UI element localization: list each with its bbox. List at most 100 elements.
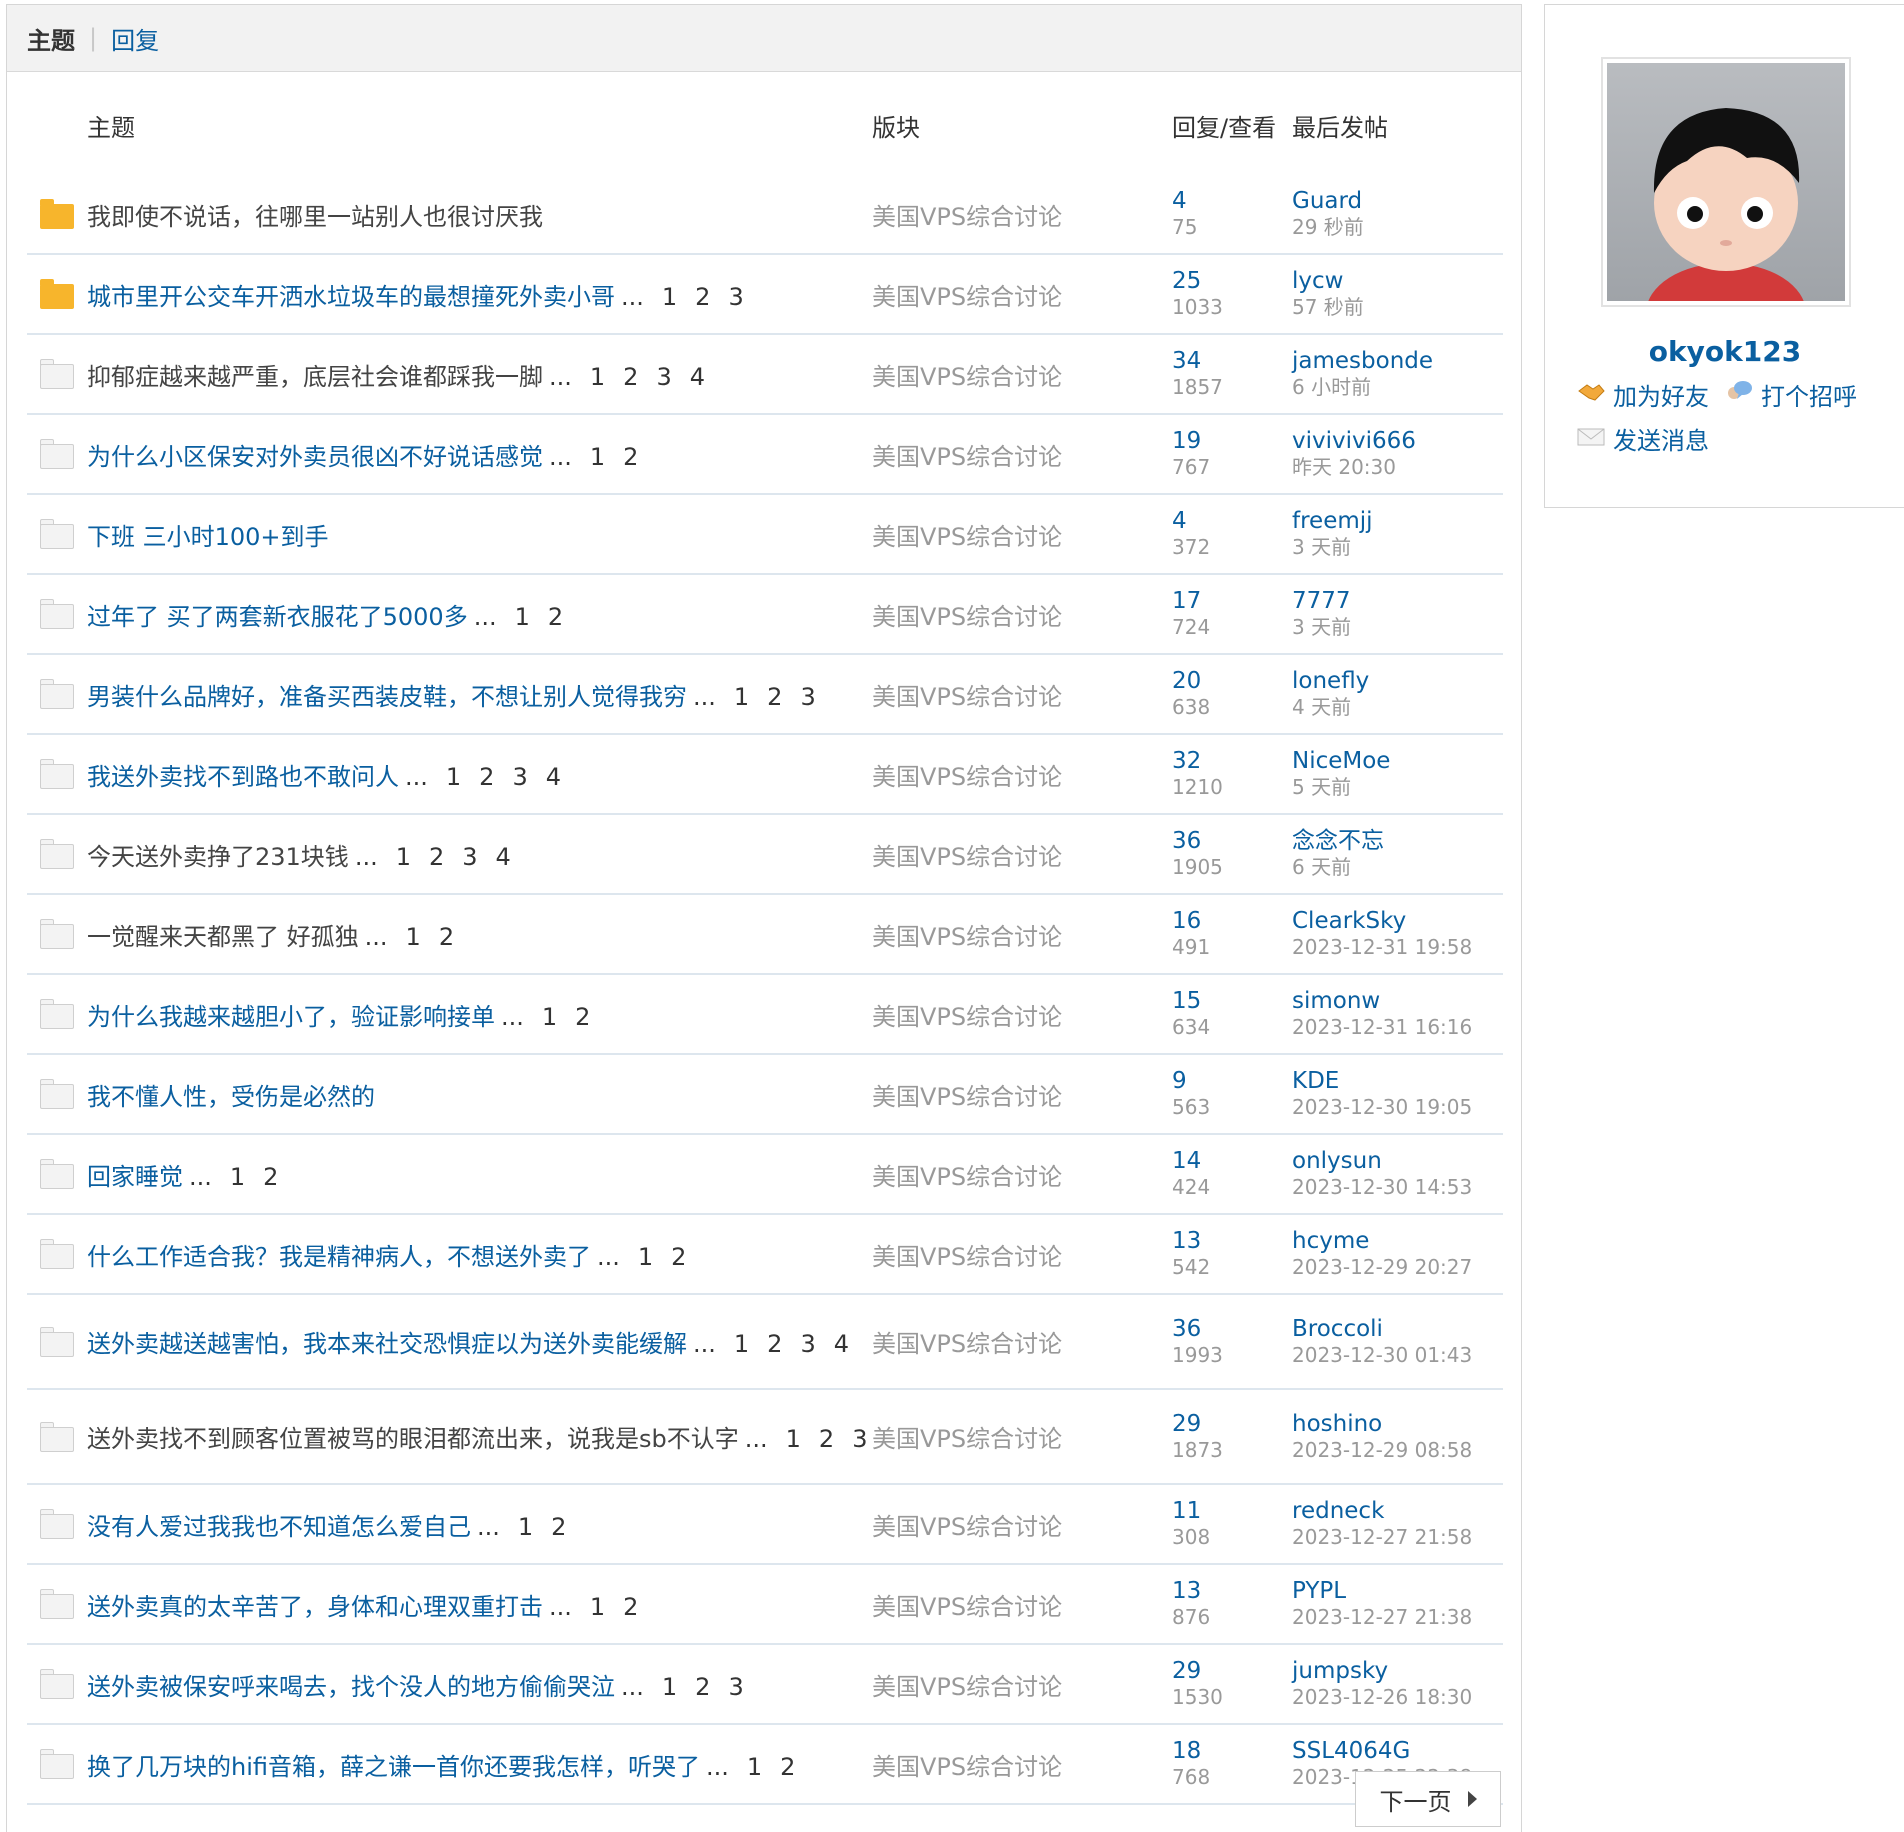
thread-title-link[interactable]: 什么工作适合我？我是精神病人，不想送外卖了 — [87, 1243, 591, 1271]
last-post-user[interactable]: KDE — [1292, 1068, 1503, 1094]
last-post-time[interactable]: 5 天前 — [1292, 774, 1503, 800]
page-link[interactable]: 2 — [767, 683, 782, 711]
page-link[interactable]: 1 — [734, 683, 749, 711]
last-post-time[interactable]: 6 天前 — [1292, 854, 1503, 880]
send-message-link[interactable]: 发送消息 — [1577, 421, 1709, 456]
thread-forum-link[interactable]: 美国VPS综合讨论 — [872, 1324, 1172, 1359]
page-link[interactable]: 1 — [638, 1243, 653, 1271]
thread-title-link[interactable]: 为什么我越来越胆小了，验证影响接单 — [87, 1003, 495, 1031]
page-link[interactable]: 2 — [479, 763, 494, 791]
last-post-user[interactable]: Guard — [1292, 188, 1503, 214]
last-post-user[interactable]: jumpsky — [1292, 1658, 1503, 1684]
page-link[interactable]: 1 — [590, 363, 605, 391]
page-link[interactable]: 4 — [690, 363, 705, 391]
page-link[interactable]: 1 — [542, 1003, 557, 1031]
last-post-time[interactable]: 3 天前 — [1292, 534, 1503, 560]
last-post-time[interactable]: 2023-12-30 01:43 — [1292, 1342, 1503, 1368]
page-link[interactable]: 1 — [747, 1753, 762, 1781]
reply-count[interactable]: 36 — [1172, 828, 1292, 854]
thread-forum-link[interactable]: 美国VPS综合讨论 — [872, 437, 1172, 472]
page-link[interactable]: 3 — [512, 763, 527, 791]
thread-forum-link[interactable]: 美国VPS综合讨论 — [872, 517, 1172, 552]
thread-title-link[interactable]: 城市里开公交车开洒水垃圾车的最想撞死外卖小哥 — [87, 283, 615, 311]
thread-forum-link[interactable]: 美国VPS综合讨论 — [872, 917, 1172, 952]
reply-count[interactable]: 13 — [1172, 1578, 1292, 1604]
page-link[interactable]: 1 — [734, 1330, 749, 1358]
thread-forum-link[interactable]: 美国VPS综合讨论 — [872, 677, 1172, 712]
page-link[interactable]: 2 — [623, 1593, 638, 1621]
page-link[interactable]: 1 — [515, 603, 530, 631]
thread-forum-link[interactable]: 美国VPS综合讨论 — [872, 197, 1172, 232]
page-link[interactable]: 4 — [496, 843, 511, 871]
reply-count[interactable]: 9 — [1172, 1068, 1292, 1094]
thread-forum-link[interactable]: 美国VPS综合讨论 — [872, 277, 1172, 312]
last-post-user[interactable]: 7777 — [1292, 588, 1503, 614]
thread-title-link[interactable]: 换了几万块的hifi音箱，薛之谦一首你还要我怎样，听哭了 — [87, 1753, 700, 1781]
page-link[interactable]: 1 — [230, 1163, 245, 1191]
thread-title-link[interactable]: 回家睡觉 — [87, 1163, 183, 1191]
page-link[interactable]: 3 — [656, 363, 671, 391]
profile-username[interactable]: okyok123 — [1545, 335, 1904, 368]
reply-count[interactable]: 13 — [1172, 1228, 1292, 1254]
reply-count[interactable]: 20 — [1172, 668, 1292, 694]
page-link[interactable]: 4 — [546, 763, 561, 791]
last-post-user[interactable]: PYPL — [1292, 1578, 1503, 1604]
page-link[interactable]: 2 — [439, 923, 454, 951]
reply-count[interactable]: 4 — [1172, 188, 1292, 214]
page-link[interactable]: 2 — [548, 603, 563, 631]
thread-title-link[interactable]: 送外卖越送越害怕，我本来社交恐惧症以为送外卖能缓解 — [87, 1330, 687, 1358]
thread-forum-link[interactable]: 美国VPS综合讨论 — [872, 1667, 1172, 1702]
last-post-time[interactable]: 6 小时前 — [1292, 374, 1503, 400]
last-post-user[interactable]: hcyme — [1292, 1228, 1503, 1254]
last-post-user[interactable]: freemjj — [1292, 508, 1503, 534]
add-friend-link[interactable]: 加为好友 — [1577, 377, 1709, 412]
tab-replies[interactable]: 回复 — [111, 21, 159, 56]
thread-title-link[interactable]: 下班 三小时100+到手 — [87, 523, 329, 551]
reply-count[interactable]: 11 — [1172, 1498, 1292, 1524]
page-link[interactable]: 2 — [429, 843, 444, 871]
last-post-user[interactable]: jamesbonde — [1292, 348, 1503, 374]
page-link[interactable]: 1 — [662, 1673, 677, 1701]
last-post-time[interactable]: 2023-12-31 16:16 — [1292, 1014, 1503, 1040]
page-link[interactable]: 2 — [551, 1513, 566, 1541]
last-post-time[interactable]: 4 天前 — [1292, 694, 1503, 720]
thread-forum-link[interactable]: 美国VPS综合讨论 — [872, 1237, 1172, 1272]
page-link[interactable]: 3 — [852, 1425, 867, 1453]
reply-count[interactable]: 34 — [1172, 348, 1292, 374]
thread-title-link[interactable]: 送外卖真的太辛苦了，身体和心理双重打击 — [87, 1593, 543, 1621]
reply-count[interactable]: 17 — [1172, 588, 1292, 614]
thread-forum-link[interactable]: 美国VPS综合讨论 — [872, 757, 1172, 792]
thread-forum-link[interactable]: 美国VPS综合讨论 — [872, 1419, 1172, 1454]
last-post-user[interactable]: hoshino — [1292, 1411, 1503, 1437]
thread-forum-link[interactable]: 美国VPS综合讨论 — [872, 1157, 1172, 1192]
thread-forum-link[interactable]: 美国VPS综合讨论 — [872, 997, 1172, 1032]
page-link[interactable]: 2 — [623, 443, 638, 471]
thread-title-link[interactable]: 我即使不说话，往哪里一站别人也很讨厌我 — [87, 203, 543, 231]
page-link[interactable]: 4 — [834, 1330, 849, 1358]
page-link[interactable]: 3 — [728, 1673, 743, 1701]
reply-count[interactable]: 16 — [1172, 908, 1292, 934]
avatar[interactable] — [1601, 57, 1851, 307]
thread-title-link[interactable]: 没有人爱过我我也不知道怎么爱自己 — [87, 1513, 471, 1541]
last-post-time[interactable]: 2023-12-30 14:53 — [1292, 1174, 1503, 1200]
last-post-time[interactable]: 昨天 20:30 — [1292, 454, 1503, 480]
last-post-user[interactable]: onlysun — [1292, 1148, 1503, 1174]
thread-title-link[interactable]: 一觉醒来天都黑了 好孤独 — [87, 923, 359, 951]
last-post-time[interactable]: 2023-12-29 08:58 — [1292, 1437, 1503, 1463]
thread-title-link[interactable]: 男装什么品牌好，准备买西装皮鞋，不想让别人觉得我穷 — [87, 683, 687, 711]
thread-forum-link[interactable]: 美国VPS综合讨论 — [872, 357, 1172, 392]
last-post-user[interactable]: lonefly — [1292, 668, 1503, 694]
page-link[interactable]: 3 — [728, 283, 743, 311]
page-link[interactable]: 1 — [446, 763, 461, 791]
last-post-time[interactable]: 3 天前 — [1292, 614, 1503, 640]
thread-forum-link[interactable]: 美国VPS综合讨论 — [872, 597, 1172, 632]
page-link[interactable]: 3 — [800, 683, 815, 711]
last-post-time[interactable]: 2023-12-30 19:05 — [1292, 1094, 1503, 1120]
reply-count[interactable]: 18 — [1172, 1738, 1292, 1764]
last-post-time[interactable]: 2023-12-27 21:58 — [1292, 1524, 1503, 1550]
thread-title-link[interactable]: 抑郁症越来越严重，底层社会谁都踩我一脚 — [87, 363, 543, 391]
thread-title-link[interactable]: 今天送外卖挣了231块钱 — [87, 843, 349, 871]
last-post-time[interactable]: 2023-12-27 21:38 — [1292, 1604, 1503, 1630]
last-post-user[interactable]: 念念不忘 — [1292, 828, 1503, 854]
last-post-user[interactable]: Broccoli — [1292, 1316, 1503, 1342]
